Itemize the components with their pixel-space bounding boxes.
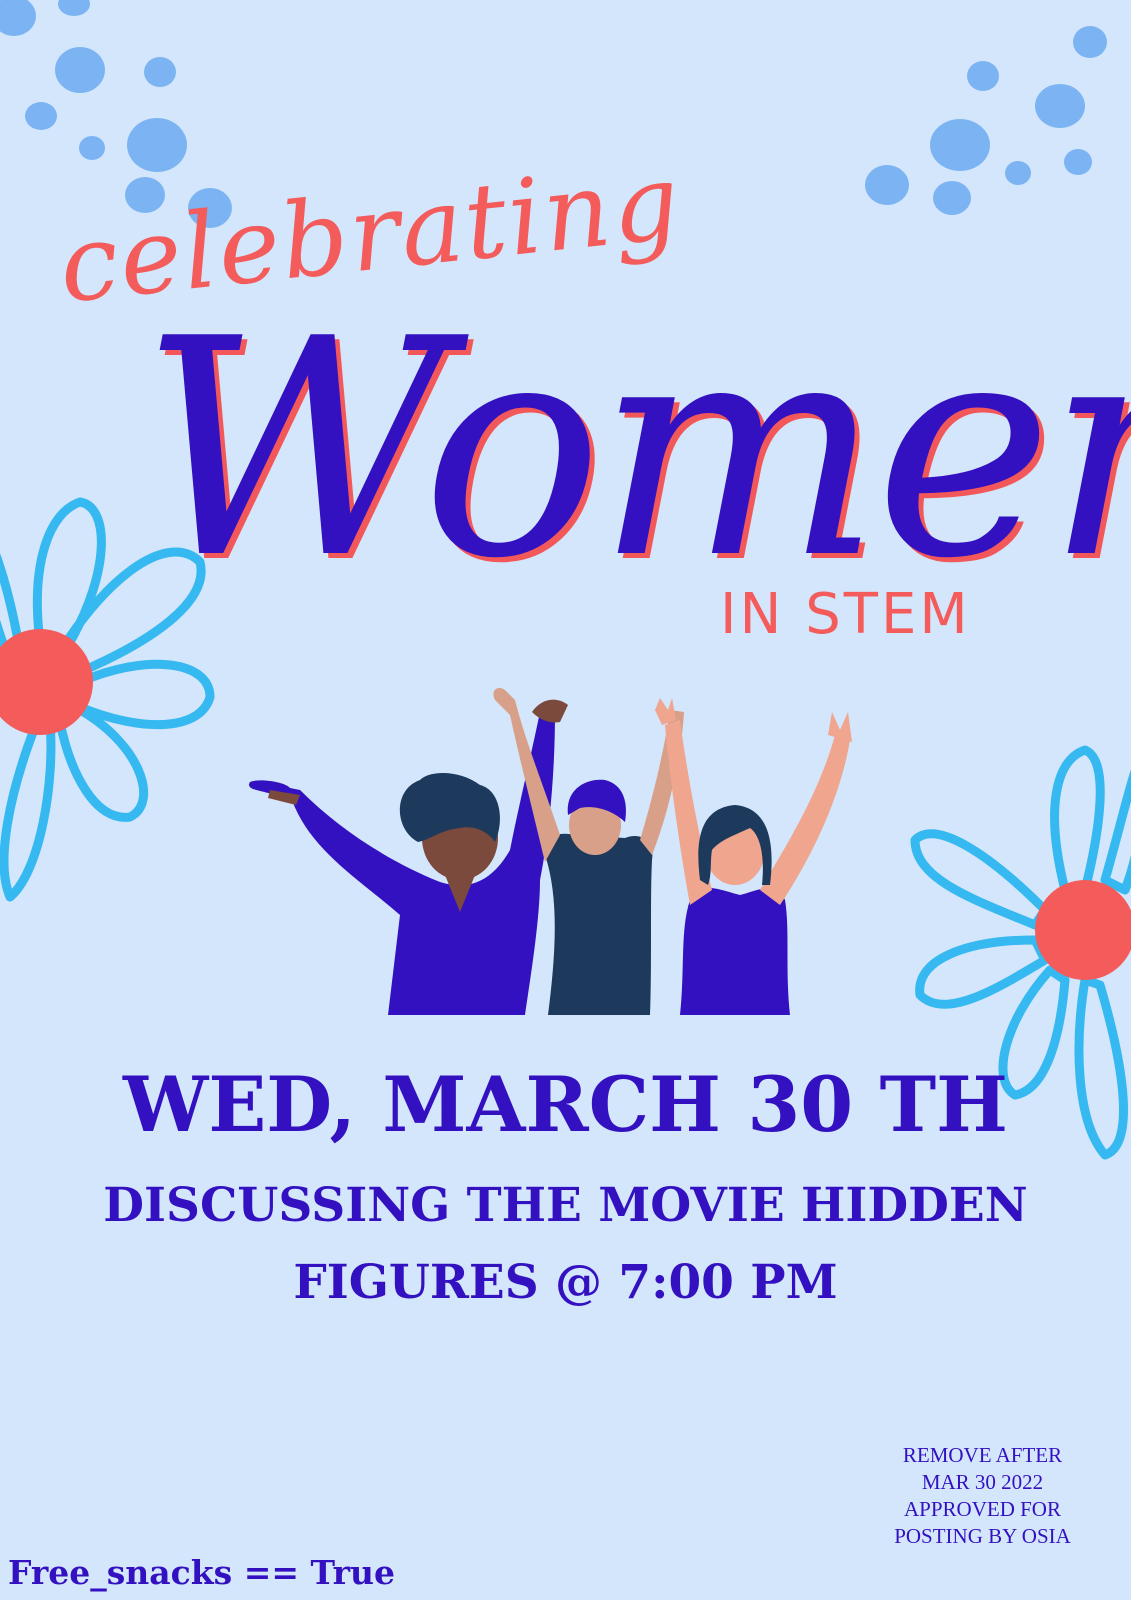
- notice-line: REMOVE AFTER: [902, 1443, 1063, 1467]
- posting-approval-notice: REMOVE AFTER MAR 30 2022 APPROVED FOR PO…: [870, 1442, 1095, 1550]
- three-women-illustration-icon: [249, 688, 852, 1015]
- event-poster: celebrating Women IN STEM WED, MARCH 30 …: [0, 0, 1131, 1600]
- notice-line: APPROVED FOR: [904, 1497, 1061, 1521]
- notice-line: POSTING BY OSIA: [894, 1524, 1071, 1548]
- notice-line: MAR 30 2022: [921, 1470, 1044, 1494]
- dot-cluster-top-right-icon: [865, 26, 1107, 215]
- event-description-line-1: DISCUSSING THE MOVIE HIDDEN: [103, 1178, 1028, 1233]
- event-description-line-2: FIGURES @ 7:00 PM: [293, 1255, 838, 1310]
- in-stem-subheading: IN STEM: [720, 582, 971, 647]
- event-date: WED, MARCH 30 TH: [123, 1060, 1008, 1149]
- free-snacks-footer: Free_snacks == True: [8, 1553, 396, 1592]
- women-headline: Women: [140, 275, 1131, 624]
